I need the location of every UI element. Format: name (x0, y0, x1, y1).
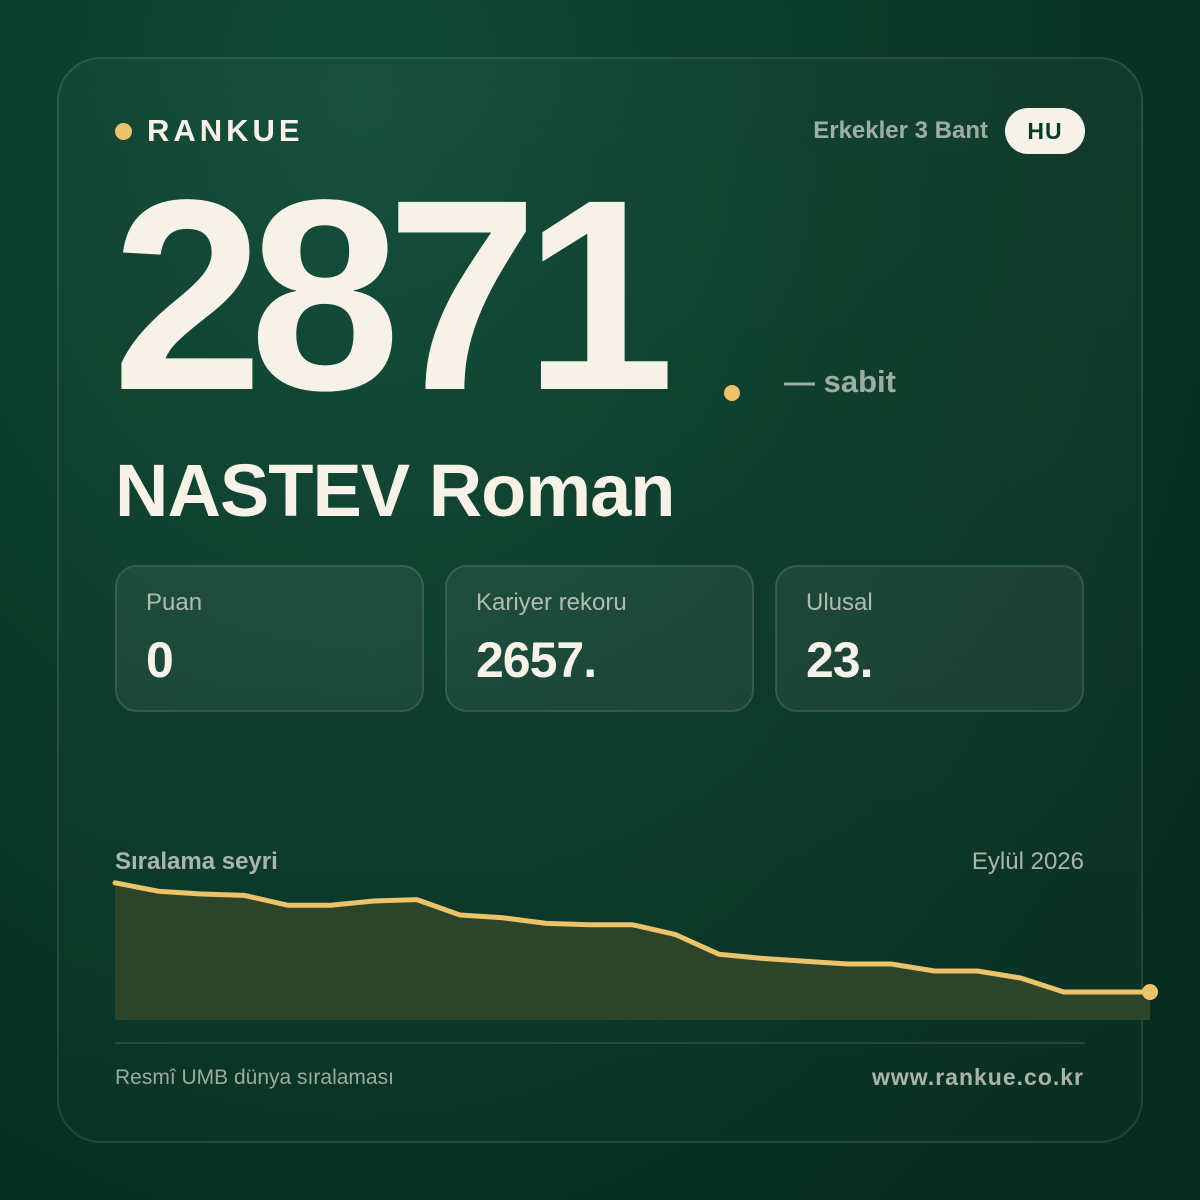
chart-current-point (1142, 984, 1158, 1000)
rank-history-chart (112, 880, 1158, 1020)
footer-divider (115, 1042, 1085, 1044)
footer-url: www.rankue.co.kr (872, 1064, 1084, 1090)
footer-source: Resmî UMB dünya sıralaması (115, 1066, 394, 1089)
